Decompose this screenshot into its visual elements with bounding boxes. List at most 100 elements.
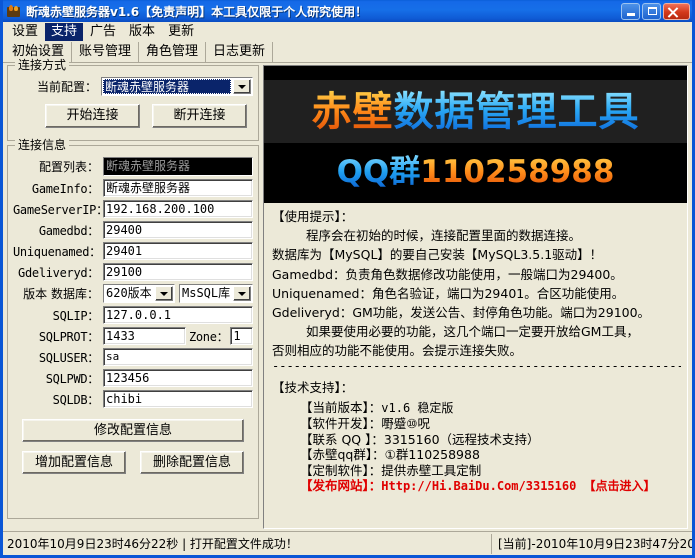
support-key-qq: 【联系 QQ 】： bbox=[300, 432, 384, 447]
status-bar: 2010年10月9日23时46分22秒 | 打开配置文件成功！ [当前]-201… bbox=[3, 531, 692, 555]
menu-bar: 设置 支持 广告 版本 更新 bbox=[3, 22, 692, 41]
database-value: MsSQL库 bbox=[180, 285, 232, 302]
sqluser-input[interactable]: sa bbox=[103, 348, 253, 366]
tips-line-6: 如果要使用必要的功能，这几个端口一定要开放给GM工具， bbox=[272, 322, 681, 341]
banner-title: 赤壁数据管理工具 bbox=[264, 84, 687, 140]
support-value-qqgroup: ①群110258988 bbox=[385, 447, 480, 462]
sqlpwd-input[interactable]: 123456 bbox=[103, 369, 253, 387]
divider: ----------------------------------------… bbox=[272, 361, 681, 372]
current-config-combobox[interactable]: 断魂赤壁服务器 bbox=[101, 77, 253, 96]
start-connection-button[interactable]: 开始连接 bbox=[45, 104, 140, 128]
support-line-version: 【当前版本】：v1.6 稳定版 bbox=[300, 400, 681, 417]
support-key-version: 【当前版本】： bbox=[300, 400, 381, 415]
application-window: 断魂赤壁服务器v1.6【免责声明】本工具仅限于个人研究使用！ 设置 支持 广告 … bbox=[0, 0, 695, 558]
connection-method-group: 连接方式 当前配置： 断魂赤壁服务器 开始连接 断开连接 bbox=[7, 65, 259, 141]
right-panel: 赤壁数据管理工具 QQ群110258988 【使用提示】： 程序会在初始的时候，… bbox=[263, 65, 688, 529]
window-title: 断魂赤壁服务器v1.6【免责声明】本工具仅限于个人研究使用！ bbox=[26, 3, 621, 20]
sqlip-input[interactable]: 127.0.0.1 bbox=[103, 306, 253, 324]
status-message: 2010年10月9日23时46分22秒 | 打开配置文件成功！ bbox=[3, 534, 492, 554]
uniquenamed-label: Uniquenamed： bbox=[13, 243, 103, 260]
add-config-button[interactable]: 增加配置信息 bbox=[22, 451, 126, 474]
tips-line-1: 程序会在初始的时候，连接配置里面的数据连接。 bbox=[272, 226, 681, 245]
connection-info-group: 连接信息 配置列表： 断魂赤壁服务器 GameInfo： 断魂赤壁服务器 Gam… bbox=[7, 145, 259, 519]
gdeliveryd-label: Gdeliveryd： bbox=[13, 264, 103, 281]
support-line-custom: 【定制软件】：提供赤壁工具定制 bbox=[300, 463, 681, 479]
support-list: 【当前版本】：v1.6 稳定版 【软件开发】：嘢蹙⑩呪 【联系 QQ 】：331… bbox=[272, 400, 681, 495]
support-key-custom: 【定制软件】： bbox=[300, 463, 381, 478]
support-line-website[interactable]: 【发布网站】：Http://Hi.BaiDu.Com/3315160 【点击进入… bbox=[300, 478, 681, 495]
support-value-qq: 3315160（远程技术支持） bbox=[384, 432, 540, 447]
menu-item-support[interactable]: 支持 bbox=[45, 23, 83, 41]
sqlip-label: SQLIP： bbox=[13, 307, 103, 324]
banner-qq-group: QQ群110258988 bbox=[264, 152, 687, 192]
sqlpwd-label: SQLPWD： bbox=[13, 370, 103, 387]
gameinfo-input[interactable]: 断魂赤壁服务器 bbox=[103, 179, 253, 197]
config-list-box[interactable]: 断魂赤壁服务器 bbox=[103, 157, 253, 176]
config-list-label: 配置列表： bbox=[13, 158, 103, 175]
chevron-down-icon[interactable] bbox=[233, 79, 251, 94]
menu-item-settings[interactable]: 设置 bbox=[6, 23, 44, 41]
version-value: 620版本 bbox=[104, 285, 154, 302]
tips-line-3: Gamedbd：负责角色数据修改功能使用，一般端口为29400。 bbox=[272, 265, 681, 284]
database-combobox[interactable]: MsSQL库 bbox=[179, 284, 253, 303]
left-panel: 连接方式 当前配置： 断魂赤壁服务器 开始连接 断开连接 连接信息 配置列 bbox=[7, 65, 259, 523]
banner-title-part2: 数据管理工具 bbox=[394, 89, 640, 135]
main-content: 连接方式 当前配置： 断魂赤壁服务器 开始连接 断开连接 连接信息 配置列 bbox=[3, 63, 692, 531]
current-config-value: 断魂赤壁服务器 bbox=[103, 79, 231, 94]
window-controls bbox=[621, 3, 690, 20]
zone-input[interactable]: 1 bbox=[230, 327, 253, 345]
support-line-developer: 【软件开发】：嘢蹙⑩呪 bbox=[300, 416, 681, 432]
banner-image: 赤壁数据管理工具 QQ群110258988 bbox=[264, 66, 687, 203]
support-key-developer: 【软件开发】： bbox=[300, 416, 381, 431]
tab-log-update[interactable]: 日志更新 bbox=[206, 42, 273, 62]
minimize-button[interactable] bbox=[621, 3, 640, 20]
gameserverip-input[interactable]: 192.168.200.100 bbox=[103, 200, 253, 218]
support-line-qq: 【联系 QQ 】：3315160（远程技术支持） bbox=[300, 432, 681, 448]
maximize-button[interactable] bbox=[642, 3, 661, 20]
chevron-down-icon[interactable] bbox=[155, 286, 173, 301]
title-bar: 断魂赤壁服务器v1.6【免责声明】本工具仅限于个人研究使用！ bbox=[3, 0, 692, 22]
support-line-qqgroup: 【赤壁qq群】：①群110258988 bbox=[300, 447, 681, 463]
gamedbd-label: Gamedbd： bbox=[13, 222, 103, 239]
close-icon[interactable] bbox=[663, 3, 690, 20]
support-value-version: v1.6 稳定版 bbox=[381, 401, 453, 415]
support-value-website[interactable]: Http://Hi.BaiDu.Com/3315160 【点击进入】 bbox=[381, 479, 655, 493]
gamedbd-input[interactable]: 29400 bbox=[103, 221, 253, 239]
banner-title-part1: 赤壁 bbox=[312, 89, 394, 135]
chevron-down-icon[interactable] bbox=[233, 286, 251, 301]
menu-item-version[interactable]: 版本 bbox=[123, 23, 161, 41]
menu-item-ads[interactable]: 广告 bbox=[84, 23, 122, 41]
gameserverip-label: GameServerIP： bbox=[13, 201, 103, 218]
connection-info-legend: 连接信息 bbox=[15, 138, 69, 152]
status-current-time: [当前]-2010年10月9日23时47分20秒 bbox=[492, 534, 692, 554]
tips-line-4: Uniquenamed：角色名验证，端口为29401。合区功能使用。 bbox=[272, 284, 681, 303]
sqlprot-label: SQLPROT： bbox=[13, 328, 103, 345]
delete-config-button[interactable]: 删除配置信息 bbox=[140, 451, 244, 474]
support-value-custom: 提供赤壁工具定制 bbox=[381, 463, 481, 478]
app-icon bbox=[6, 4, 22, 19]
menu-item-update[interactable]: 更新 bbox=[162, 23, 200, 41]
sqldb-label: SQLDB： bbox=[13, 391, 103, 408]
current-config-label: 当前配置： bbox=[13, 78, 101, 95]
modify-config-button[interactable]: 修改配置信息 bbox=[22, 419, 244, 442]
tips-heading: 【使用提示】： bbox=[272, 207, 681, 226]
help-text: 【使用提示】： 程序会在初始的时候，连接配置里面的数据连接。 数据库为【MySQ… bbox=[264, 203, 687, 528]
sqldb-input[interactable]: chibi bbox=[103, 390, 253, 408]
sqlprot-input[interactable]: 1433 bbox=[103, 327, 186, 345]
tab-role-management[interactable]: 角色管理 bbox=[139, 42, 206, 62]
support-key-website: 【发布网站】： bbox=[300, 478, 381, 493]
uniquenamed-input[interactable]: 29401 bbox=[103, 242, 253, 260]
connection-method-legend: 连接方式 bbox=[15, 58, 69, 72]
tab-account-management[interactable]: 账号管理 bbox=[72, 42, 139, 62]
support-value-developer: 嘢蹙⑩呪 bbox=[381, 416, 430, 431]
gdeliveryd-input[interactable]: 29100 bbox=[103, 263, 253, 281]
sqluser-label: SQLUSER： bbox=[13, 349, 103, 366]
tips-line-5: Gdeliveryd：GM功能，发送公告、封停角色功能。端口为29100。 bbox=[272, 303, 681, 322]
support-heading: 【技术支持】： bbox=[272, 378, 681, 397]
tips-line-7: 否则相应的功能不能使用。会提示连接失败。 bbox=[272, 341, 681, 360]
version-database-label: 版本 数据库： bbox=[13, 285, 103, 302]
info-panel: 赤壁数据管理工具 QQ群110258988 【使用提示】： 程序会在初始的时候，… bbox=[263, 65, 688, 529]
disconnect-button[interactable]: 断开连接 bbox=[152, 104, 247, 128]
tab-strip: 初始设置 账号管理 角色管理 日志更新 bbox=[3, 41, 692, 63]
version-combobox[interactable]: 620版本 bbox=[103, 284, 175, 303]
